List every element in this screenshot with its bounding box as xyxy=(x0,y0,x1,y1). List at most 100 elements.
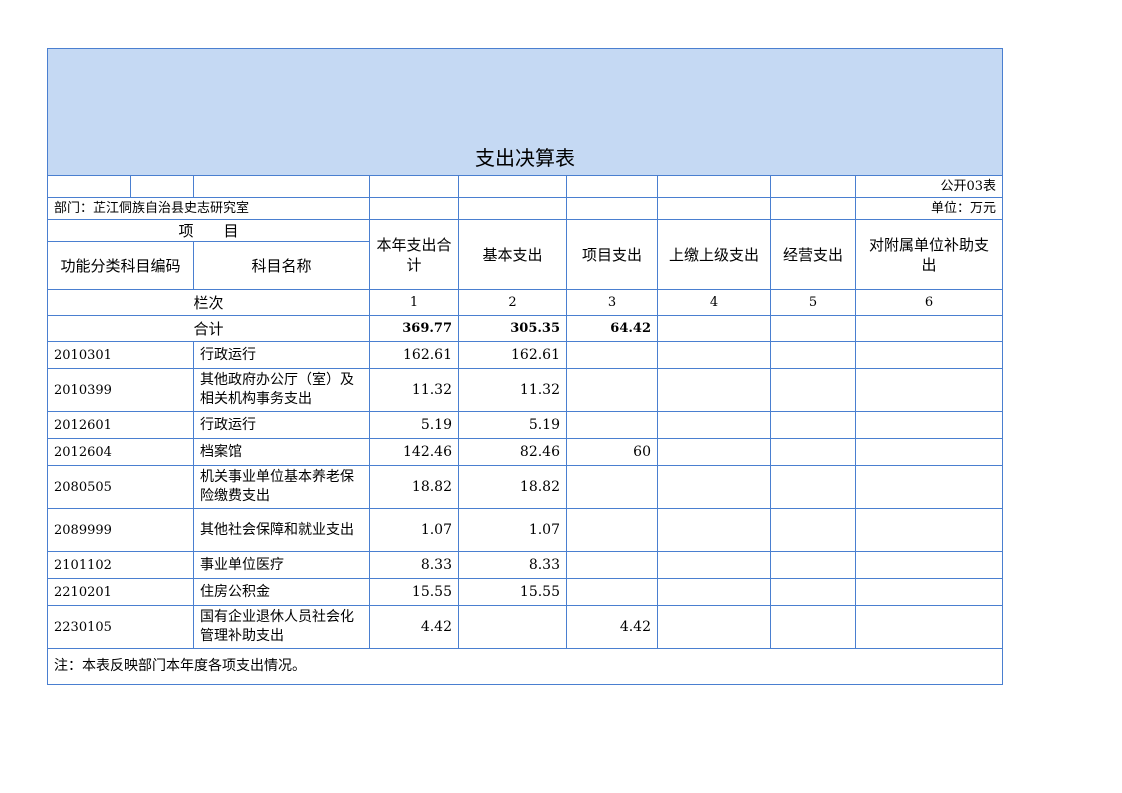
blank-cell xyxy=(566,175,658,198)
table-row: 2080505 机关事业单位基本养老保险缴费支出 18.82 18.82 xyxy=(47,465,1003,509)
blank-cell xyxy=(770,197,856,220)
row-project xyxy=(566,368,658,412)
blank-cell xyxy=(657,175,771,198)
column-num: 3 xyxy=(566,289,658,316)
sum-row-label: 合计 xyxy=(47,315,370,342)
row-subsidy xyxy=(855,551,1003,579)
header-name: 科目名称 xyxy=(193,241,370,290)
row-name: 事业单位医疗 xyxy=(193,551,370,579)
column-num: 4 xyxy=(657,289,771,316)
row-subsidy xyxy=(855,605,1003,649)
row-business xyxy=(770,605,856,649)
sum-business xyxy=(770,315,856,342)
row-basic: 18.82 xyxy=(458,465,567,509)
table-row: 2012604 档案馆 142.46 82.46 60 xyxy=(47,438,1003,466)
row-code: 2010301 xyxy=(47,341,194,369)
row-code: 2010399 xyxy=(47,368,194,412)
table-row: 2210201 住房公积金 15.55 15.55 xyxy=(47,578,1003,606)
row-subsidy xyxy=(855,465,1003,509)
row-basic xyxy=(458,605,567,649)
row-upper xyxy=(657,341,771,369)
row-business xyxy=(770,508,856,552)
form-code: 公开03表 xyxy=(855,175,1003,198)
row-total: 162.61 xyxy=(369,341,459,369)
blank-cell xyxy=(369,175,459,198)
header-basic: 基本支出 xyxy=(458,219,567,290)
header-project: 项目支出 xyxy=(566,219,658,290)
sum-basic: 305.35 xyxy=(458,315,567,342)
blank-cell xyxy=(193,175,370,198)
row-name: 机关事业单位基本养老保险缴费支出 xyxy=(193,465,370,509)
blank-cell xyxy=(130,175,194,198)
row-basic: 5.19 xyxy=(458,411,567,439)
table-row: 2010301 行政运行 162.61 162.61 xyxy=(47,341,1003,369)
row-code: 2230105 xyxy=(47,605,194,649)
expenditure-sheet: 支出决算表 公开03表 部门：芷江侗族自治县史志研究室 单位：万元 项 目 本年… xyxy=(47,48,1003,685)
header-subsidy: 对附属单位补助支出 xyxy=(855,219,1003,290)
table-row: 2230105 国有企业退休人员社会化管理补助支出 4.42 4.42 xyxy=(47,605,1003,649)
row-upper xyxy=(657,578,771,606)
row-upper xyxy=(657,438,771,466)
unit-label: 单位：万元 xyxy=(855,197,1003,220)
row-business xyxy=(770,341,856,369)
table-row: 2089999 其他社会保障和就业支出 1.07 1.07 xyxy=(47,508,1003,552)
blank-cell xyxy=(566,197,658,220)
row-code: 2089999 xyxy=(47,508,194,552)
blank-cell xyxy=(369,197,459,220)
row-project xyxy=(566,465,658,509)
column-num: 2 xyxy=(458,289,567,316)
column-num: 5 xyxy=(770,289,856,316)
row-upper xyxy=(657,508,771,552)
table-row: 2012601 行政运行 5.19 5.19 xyxy=(47,411,1003,439)
row-basic: 8.33 xyxy=(458,551,567,579)
row-total: 5.19 xyxy=(369,411,459,439)
sum-upper xyxy=(657,315,771,342)
blank-cell xyxy=(770,175,856,198)
row-basic: 15.55 xyxy=(458,578,567,606)
row-total: 4.42 xyxy=(369,605,459,649)
row-name: 其他政府办公厅（室）及相关机构事务支出 xyxy=(193,368,370,412)
table-note: 注：本表反映部门本年度各项支出情况。 xyxy=(47,648,1003,685)
table-row: 2010399 其他政府办公厅（室）及相关机构事务支出 11.32 11.32 xyxy=(47,368,1003,412)
row-subsidy xyxy=(855,508,1003,552)
blank-cell xyxy=(657,197,771,220)
row-total: 11.32 xyxy=(369,368,459,412)
row-code: 2012601 xyxy=(47,411,194,439)
row-basic: 162.61 xyxy=(458,341,567,369)
row-code: 2101102 xyxy=(47,551,194,579)
row-basic: 11.32 xyxy=(458,368,567,412)
row-business xyxy=(770,411,856,439)
header-item: 项 目 xyxy=(47,219,370,242)
row-business xyxy=(770,578,856,606)
expenditure-table: 支出决算表 公开03表 部门：芷江侗族自治县史志研究室 单位：万元 项 目 本年… xyxy=(47,48,1003,685)
row-name: 住房公积金 xyxy=(193,578,370,606)
header-total: 本年支出合计 xyxy=(369,219,459,290)
row-project xyxy=(566,341,658,369)
row-basic: 82.46 xyxy=(458,438,567,466)
row-project: 60 xyxy=(566,438,658,466)
row-upper xyxy=(657,551,771,579)
header-code: 功能分类科目编码 xyxy=(47,241,194,290)
row-name: 档案馆 xyxy=(193,438,370,466)
row-business xyxy=(770,465,856,509)
row-name: 国有企业退休人员社会化管理补助支出 xyxy=(193,605,370,649)
row-project: 4.42 xyxy=(566,605,658,649)
row-total: 18.82 xyxy=(369,465,459,509)
row-upper xyxy=(657,465,771,509)
table-row: 2101102 事业单位医疗 8.33 8.33 xyxy=(47,551,1003,579)
row-subsidy xyxy=(855,368,1003,412)
sum-project: 64.42 xyxy=(566,315,658,342)
row-name: 其他社会保障和就业支出 xyxy=(193,508,370,552)
row-subsidy xyxy=(855,438,1003,466)
row-subsidy xyxy=(855,578,1003,606)
column-num: 1 xyxy=(369,289,459,316)
row-code: 2012604 xyxy=(47,438,194,466)
row-project xyxy=(566,508,658,552)
page-title: 支出决算表 xyxy=(47,48,1003,176)
row-upper xyxy=(657,411,771,439)
row-total: 1.07 xyxy=(369,508,459,552)
row-total: 8.33 xyxy=(369,551,459,579)
row-project xyxy=(566,551,658,579)
column-num: 6 xyxy=(855,289,1003,316)
row-name: 行政运行 xyxy=(193,411,370,439)
